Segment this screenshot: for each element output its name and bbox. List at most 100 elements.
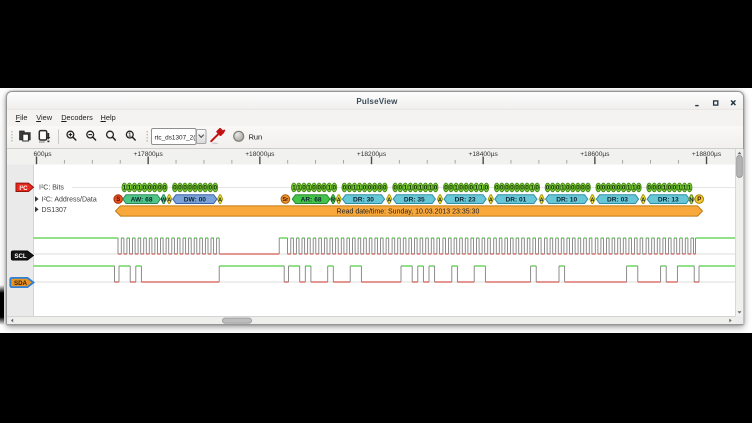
svg-text:0: 0 [597,184,601,191]
svg-text:0: 0 [500,184,504,191]
svg-text:W: W [161,197,167,203]
svg-text:1: 1 [530,184,534,191]
svg-text:I²C: Bits: I²C: Bits [39,184,64,191]
svg-text:0: 0 [525,184,529,191]
svg-text:600µs: 600µs [34,151,53,158]
svg-text:0: 0 [143,184,147,191]
svg-text:0: 0 [612,184,616,191]
svg-text:1: 1 [353,184,357,191]
svg-text:A: A [641,197,645,203]
svg-text:0: 0 [520,184,524,191]
svg-text:A: A [167,197,171,203]
svg-text:1: 1 [327,184,331,191]
svg-text:N: N [689,197,693,203]
svg-text:0: 0 [576,184,580,191]
svg-text:SDA: SDA [14,280,28,287]
svg-text:0: 0 [668,184,672,191]
svg-text:0: 0 [302,184,306,191]
svg-text:0: 0 [208,184,212,191]
svg-text:0: 0 [203,184,207,191]
svg-text:0: 0 [444,184,448,191]
svg-text:0: 0 [652,184,656,191]
svg-text:0: 0 [424,184,428,191]
svg-text:1: 1 [474,184,478,191]
svg-text:1: 1 [123,184,127,191]
svg-text:DR: 03: DR: 03 [607,196,628,203]
svg-text:0: 0 [148,184,152,191]
svg-text:0: 0 [153,184,157,191]
svg-text:1: 1 [128,184,132,191]
svg-text:0: 0 [637,184,641,191]
svg-text:0: 0 [188,184,192,191]
svg-text:+17800µs: +17800µs [134,151,164,158]
svg-text:1: 1 [358,184,362,191]
svg-text:0: 0 [510,184,514,191]
svg-text:A: A [489,197,493,203]
svg-text:0: 0 [322,184,326,191]
svg-text:0: 0 [657,184,661,191]
svg-text:0: 0 [556,184,560,191]
svg-text:0: 0 [348,184,352,191]
svg-text:1: 1 [683,184,687,191]
svg-text:1: 1 [292,184,296,191]
svg-text:0: 0 [343,184,347,191]
svg-text:0: 0 [505,184,509,191]
svg-text:1: 1 [403,184,407,191]
svg-text:0: 0 [317,184,321,191]
svg-text:0: 0 [373,184,377,191]
svg-text:0: 0 [173,184,177,191]
svg-text:0: 0 [647,184,651,191]
svg-text:0: 0 [398,184,402,191]
svg-text:DR: 01: DR: 01 [505,196,526,203]
svg-text:0: 0 [393,184,397,191]
svg-text:DR: 30: DR: 30 [353,196,374,203]
svg-text:+18800µs: +18800µs [692,151,722,158]
svg-text:DW: 00: DW: 00 [184,196,207,203]
svg-text:0: 0 [332,184,336,191]
svg-text:0: 0 [607,184,611,191]
svg-text:1: 1 [561,184,565,191]
svg-text:1: 1 [688,184,692,191]
svg-text:DR: 13: DR: 13 [658,196,679,203]
svg-text:0: 0 [178,184,182,191]
svg-text:A: A [337,197,341,203]
svg-text:1: 1 [419,184,423,191]
svg-text:0: 0 [163,184,167,191]
svg-text:AR: 68: AR: 68 [301,196,322,203]
svg-text:0: 0 [312,184,316,191]
svg-text:S: S [116,197,120,203]
svg-text:1: 1 [138,184,142,191]
svg-text:1: 1 [297,184,301,191]
svg-text:1: 1 [663,184,667,191]
svg-text:+18400µs: +18400µs [469,151,499,158]
svg-text:0: 0 [368,184,372,191]
svg-text:1: 1 [627,184,631,191]
svg-text:+18200µs: +18200µs [357,151,387,158]
svg-text:0: 0 [566,184,570,191]
svg-text:0: 0 [515,184,519,191]
svg-text:A: A [387,197,391,203]
svg-text:1: 1 [128,133,131,139]
svg-text:0: 0 [495,184,499,191]
svg-text:0: 0 [602,184,606,191]
svg-text:0: 0 [213,184,217,191]
svg-text:0: 0 [414,184,418,191]
svg-text:0: 0 [133,184,137,191]
svg-text:0: 0 [617,184,621,191]
svg-text:0: 0 [581,184,585,191]
svg-text:DR: 23: DR: 23 [455,196,476,203]
svg-text:A: A [438,197,442,203]
svg-text:0: 0 [378,184,382,191]
svg-text:0: 0 [183,184,187,191]
svg-text:0: 0 [434,184,438,191]
svg-text:AW: 68: AW: 68 [131,196,153,203]
svg-text:0: 0 [586,184,590,191]
svg-text:1: 1 [307,184,311,191]
svg-text:0: 0 [551,184,555,191]
svg-text:rtc_ds1307_2(: rtc_ds1307_2( [155,135,197,142]
svg-text:+18600µs: +18600µs [580,151,610,158]
svg-text:SCL: SCL [14,253,27,260]
svg-text:Read date/time: Sunday, 10.03.: Read date/time: Sunday, 10.03.2013 23:35… [337,208,480,215]
svg-text:0: 0 [383,184,387,191]
svg-text:DR: 35: DR: 35 [404,196,425,203]
